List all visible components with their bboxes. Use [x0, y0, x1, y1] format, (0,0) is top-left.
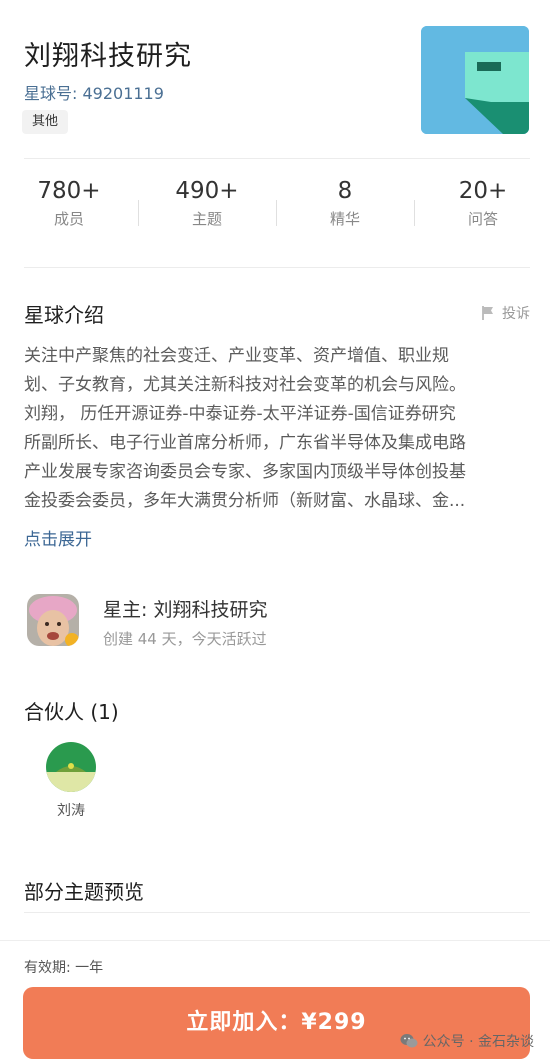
stat-label: 成员	[53, 210, 84, 228]
intro-line: 产业发展专家咨询委员会专家、多家国内顶级半导体创投基	[24, 462, 466, 482]
stat-value: 490+	[175, 178, 239, 204]
intro-line: 金投委会委员，多年大满贯分析师（新财富、水晶球、金...	[24, 491, 466, 511]
stat-label: 精华	[329, 210, 360, 228]
planet-title: 刘翔科技研究	[24, 41, 192, 72]
stat-value: 20+	[458, 178, 508, 204]
intro-line: 关注中产聚焦的社会变迁、产业变革、资产增值、职业规	[24, 346, 449, 366]
intro-line: 刘翔， 历任开源证券-中泰证券-太平洋证券-国信证券研究	[24, 404, 456, 424]
stat-value: 8	[337, 178, 353, 204]
planet-header: 刘翔科技研究 星球号: 49201119 其他	[0, 0, 550, 158]
planet-cover-image	[421, 26, 529, 134]
report-button[interactable]: 投诉	[480, 303, 530, 323]
stat-label: 问答	[467, 210, 498, 228]
intro-line: 划、子女教育，尤其关注新科技对社会变革的机会与风险。	[24, 375, 466, 395]
divider	[24, 267, 530, 268]
category-tag[interactable]: 其他	[22, 110, 69, 134]
partner-avatar[interactable]	[46, 742, 96, 792]
intro-description: 关注中产聚焦的社会变迁、产业变革、资产增值、职业规 划、子女教育，尤其关注新科技…	[24, 342, 530, 516]
preview-section-title: 部分主题预览	[24, 880, 144, 904]
report-label: 投诉	[502, 306, 530, 322]
owner-avatar[interactable]	[27, 594, 79, 646]
validity-label: 有效期: 一年	[24, 960, 104, 976]
partner-avatar-image	[46, 742, 96, 792]
owner-name[interactable]: 星主: 刘翔科技研究	[103, 595, 267, 622]
owner-avatar-image	[27, 594, 79, 646]
stat-essence[interactable]: 8 精华	[276, 178, 414, 229]
wechat-icon	[400, 1034, 418, 1048]
partner-name[interactable]: 刘涛	[30, 800, 112, 820]
partners-section-title: 合伙人 (1)	[24, 700, 119, 724]
stat-value: 780+	[37, 178, 101, 204]
planet-id[interactable]: 星球号: 49201119	[24, 80, 164, 104]
bottom-bar: 有效期: 一年 立即加入：¥299 公众号 · 金石杂谈	[0, 940, 550, 1063]
divider	[24, 912, 530, 913]
stats-row: 780+ 成员 490+ 主题 8 精华 20+ 问答	[0, 178, 550, 248]
stat-members[interactable]: 780+ 成员	[0, 178, 138, 229]
watermark-text: 公众号 · 金石杂谈	[422, 1034, 534, 1050]
watermark: 公众号 · 金石杂谈	[400, 1031, 534, 1051]
intro-line: 所副所长、电子行业首席分析师，广东省半导体及集成电路	[24, 433, 466, 453]
cover-illustration-icon	[421, 26, 529, 134]
owner-activity: 创建 44 天，今天活跃过	[103, 630, 267, 648]
stat-label: 主题	[191, 210, 222, 228]
expand-link[interactable]: 点击展开	[24, 525, 92, 550]
intro-section-title: 星球介绍	[24, 303, 104, 327]
stat-topics[interactable]: 490+ 主题	[138, 178, 276, 229]
divider	[24, 158, 530, 159]
stat-qa[interactable]: 20+ 问答	[414, 178, 550, 229]
flag-icon	[482, 306, 493, 320]
